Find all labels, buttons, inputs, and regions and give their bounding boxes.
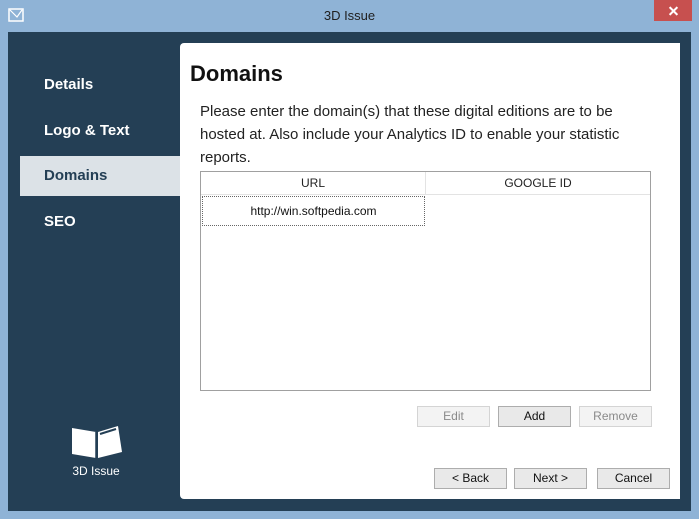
back-button[interactable]: < Back bbox=[434, 468, 507, 489]
sidebar-item-logo-text[interactable]: Logo & Text bbox=[20, 111, 180, 151]
sidebar-item-seo[interactable]: SEO bbox=[20, 202, 180, 242]
book-icon bbox=[72, 426, 122, 458]
sidebar-item-details[interactable]: Details bbox=[20, 65, 180, 105]
sidebar-item-domains[interactable]: Domains bbox=[20, 156, 180, 196]
edit-button[interactable]: Edit bbox=[417, 406, 490, 427]
domains-table[interactable]: URL GOOGLE ID http://win.softpedia.com bbox=[200, 171, 651, 391]
table-header: URL GOOGLE ID bbox=[201, 172, 650, 195]
column-header-url[interactable]: URL bbox=[201, 172, 426, 195]
column-header-google-id[interactable]: GOOGLE ID bbox=[426, 172, 650, 195]
title-bar[interactable]: 3D Issue bbox=[0, 0, 699, 32]
sidebar-item-label: Logo & Text bbox=[44, 122, 130, 139]
brand-logo: 3D Issue bbox=[66, 422, 126, 478]
page-title: Domains bbox=[190, 61, 283, 86]
next-button[interactable]: Next > bbox=[514, 468, 587, 489]
window-title: 3D Issue bbox=[323, 8, 376, 23]
app-window: 3D Issue Details Logo & Text Domains SEO… bbox=[0, 0, 699, 519]
sidebar-item-label: Domains bbox=[44, 167, 108, 184]
close-button[interactable] bbox=[654, 0, 692, 21]
brand-logo-text: 3D Issue bbox=[72, 464, 120, 478]
sidebar-item-label: Details bbox=[44, 76, 94, 93]
add-button[interactable]: Add bbox=[498, 406, 571, 427]
cancel-button[interactable]: Cancel bbox=[597, 468, 670, 489]
url-cell[interactable]: http://win.softpedia.com bbox=[202, 196, 425, 226]
remove-button[interactable]: Remove bbox=[579, 406, 652, 427]
content-panel: Domains Please enter the domain(s) that … bbox=[180, 43, 680, 499]
table-row[interactable]: http://win.softpedia.com bbox=[202, 196, 425, 226]
wizard-body: Details Logo & Text Domains SEO 3D Issue… bbox=[8, 32, 691, 511]
instructions-text: Please enter the domain(s) that these di… bbox=[200, 103, 620, 166]
sidebar-item-label: SEO bbox=[44, 213, 76, 230]
